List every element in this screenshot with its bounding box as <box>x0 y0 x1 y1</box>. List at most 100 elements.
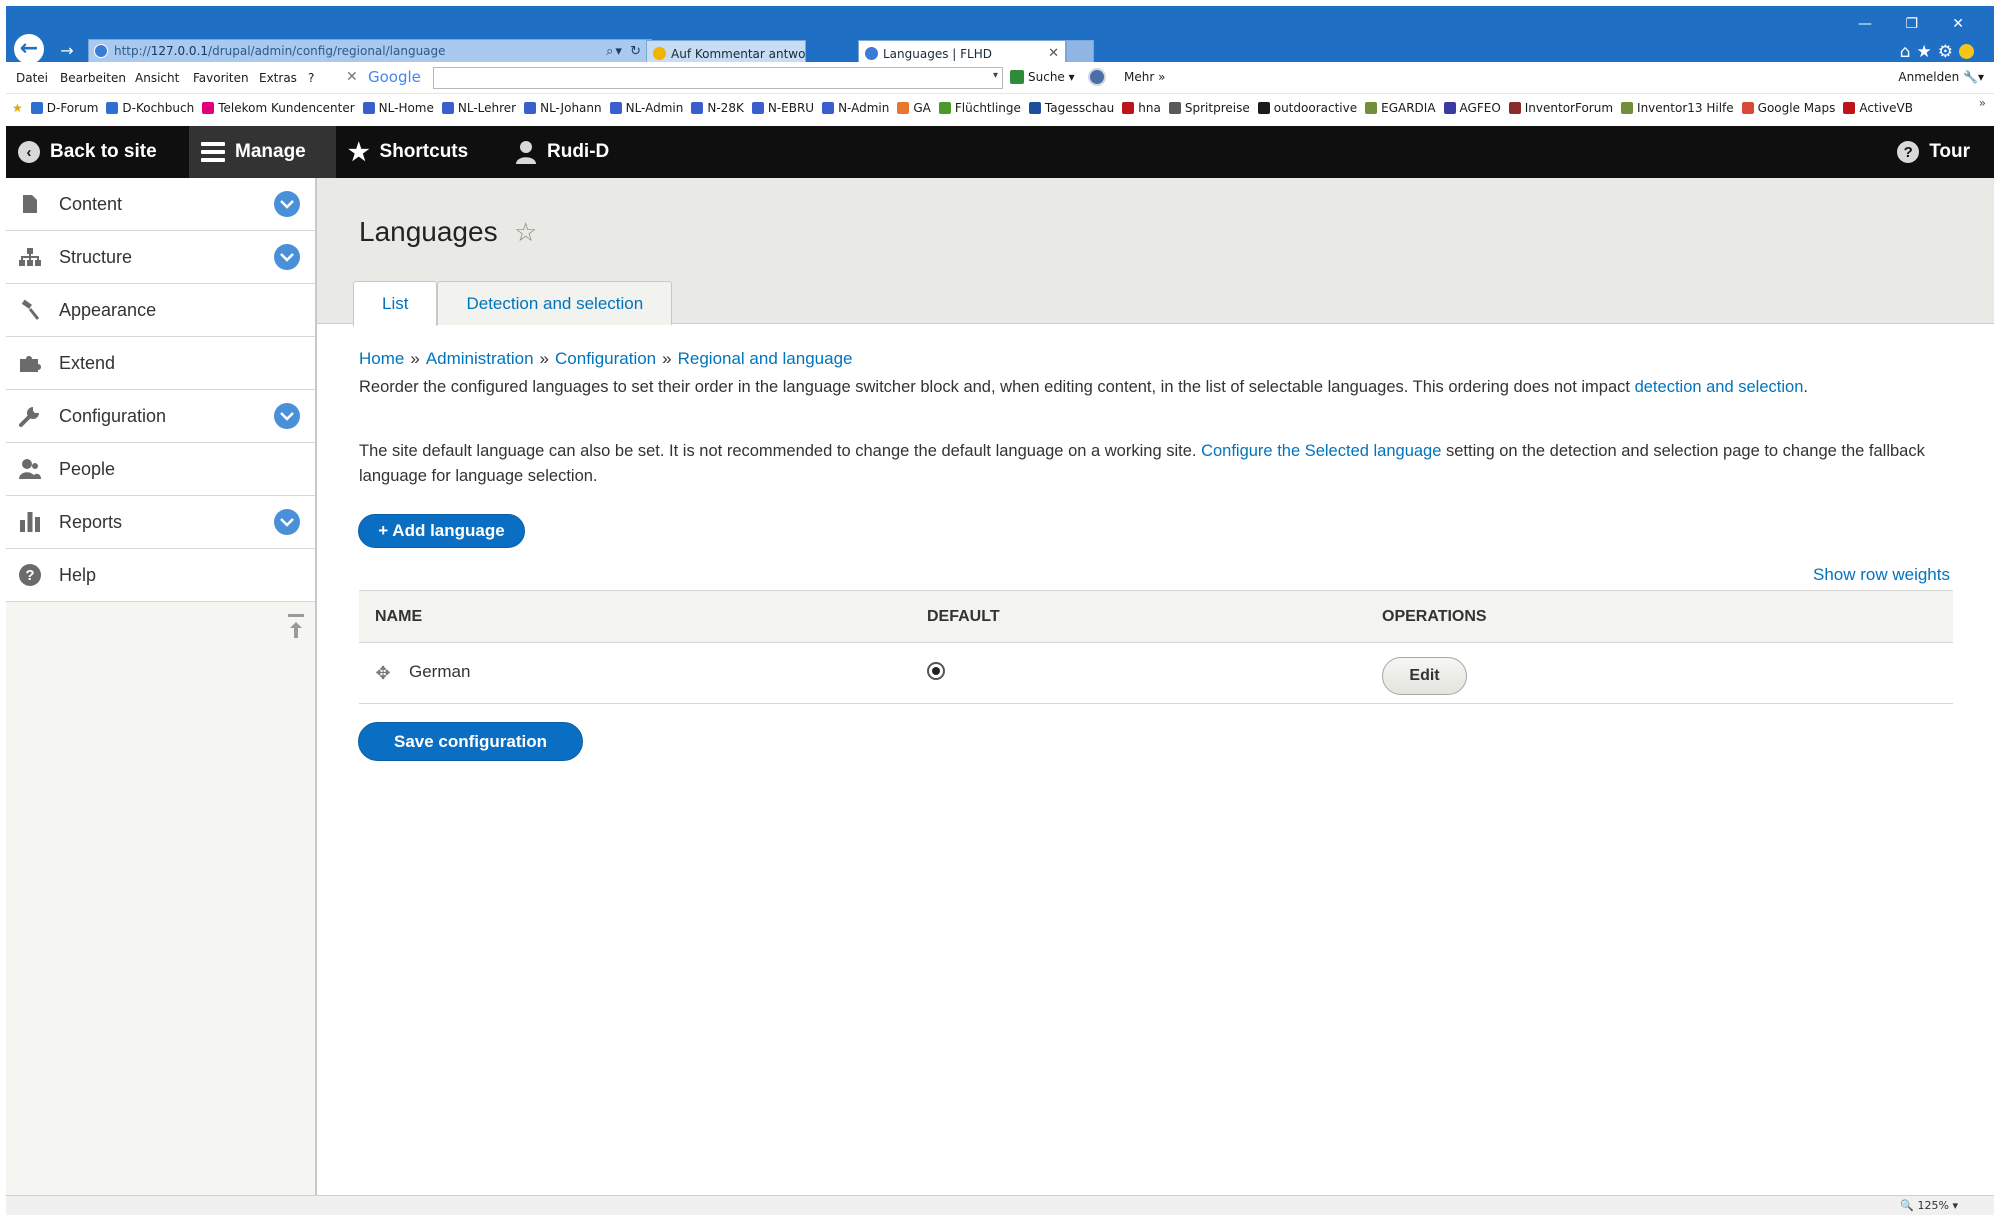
tab-list[interactable]: List <box>353 281 438 326</box>
chevron-down-icon[interactable] <box>274 191 300 217</box>
favorite-link[interactable]: ActiveVB <box>1843 101 1913 115</box>
favorite-link[interactable]: InventorForum <box>1508 101 1613 115</box>
back-arrow-icon[interactable]: ← <box>14 34 44 64</box>
tab-detection-selection[interactable]: Detection and selection <box>437 281 673 325</box>
favorites-star-icon[interactable]: ★ <box>1917 42 1938 62</box>
menu-file[interactable]: Datei <box>16 71 48 85</box>
favorite-favicon-icon <box>822 102 835 114</box>
sidebar-item-configuration[interactable]: Configuration <box>6 390 315 443</box>
favorite-link[interactable]: N-Admin <box>822 101 889 115</box>
default-language-radio[interactable] <box>927 662 945 680</box>
menu-edit[interactable]: Bearbeiten <box>60 71 126 85</box>
favorite-link[interactable]: NL-Johann <box>524 101 602 115</box>
favorite-link[interactable]: Spritpreise <box>1168 101 1250 115</box>
sidebar-item-appearance[interactable]: Appearance <box>6 284 315 337</box>
star-icon: ★ <box>348 138 370 166</box>
favorite-link[interactable]: Inventor13 Hilfe <box>1621 101 1734 115</box>
show-row-weights-link[interactable]: Show row weights <box>1813 565 1950 585</box>
sidebar-item-reports[interactable]: Reports <box>6 496 315 549</box>
close-window-icon[interactable]: ✕ <box>1952 16 1964 32</box>
browser-menubar: Datei Bearbeiten Ansicht Favoriten Extra… <box>6 62 1994 94</box>
admin-sidebar: Content Structure Appearance Extend Conf… <box>6 178 317 1195</box>
pin-sidebar-icon[interactable] <box>287 613 305 642</box>
breadcrumb-home[interactable]: Home <box>359 349 404 368</box>
menu-extras[interactable]: Extras <box>259 71 297 85</box>
manage-tab[interactable]: Manage <box>189 126 336 178</box>
description-text: Reorder the configured languages to set … <box>359 378 1635 396</box>
search-refresh-icon[interactable]: ⌕▾ ↻ <box>606 44 643 59</box>
save-configuration-button[interactable]: Save configuration <box>358 722 583 761</box>
favorite-link[interactable]: NL-Lehrer <box>441 101 517 115</box>
tour-button[interactable]: ? Tour <box>1885 126 1982 178</box>
favorite-link[interactable]: hna <box>1122 101 1161 115</box>
favorite-link[interactable]: D-Kochbuch <box>106 101 194 115</box>
favorite-label: NL-Lehrer <box>457 101 517 115</box>
restore-icon[interactable]: ❐ <box>1905 16 1918 32</box>
chevron-down-icon[interactable]: ▾ <box>993 70 998 81</box>
sidebar-item-extend[interactable]: Extend <box>6 337 315 390</box>
detection-selection-link[interactable]: detection and selection <box>1635 378 1804 396</box>
breadcrumb-configuration[interactable]: Configuration <box>555 349 656 368</box>
close-toolbar-icon[interactable]: ✕ <box>346 69 358 85</box>
menu-help[interactable]: ? <box>308 71 314 85</box>
favorite-label: NL-Admin <box>625 101 684 115</box>
more-button[interactable]: Mehr » <box>1124 70 1165 84</box>
chevron-more-icon[interactable]: » <box>1979 96 1986 110</box>
favorite-link[interactable]: Tagesschau <box>1028 101 1115 115</box>
forward-arrow-icon[interactable]: → <box>56 40 78 60</box>
zoom-level[interactable]: 🔍 125% ▾ <box>1900 1199 1958 1212</box>
add-language-button[interactable]: + Add language <box>358 514 525 548</box>
favorite-favicon-icon <box>1741 102 1754 114</box>
sidebar-item-help[interactable]: ? Help <box>6 549 315 602</box>
favorite-label: N-Admin <box>838 101 890 115</box>
configure-selected-language-link[interactable]: Configure the Selected language <box>1201 442 1441 460</box>
search-icon <box>1010 70 1024 84</box>
back-to-site-link[interactable]: ‹ Back to site <box>6 126 189 178</box>
favorite-link[interactable]: N-EBRU <box>751 101 814 115</box>
favorite-link[interactable]: GA <box>897 101 931 115</box>
favorite-link[interactable]: Flüchtlinge <box>938 101 1021 115</box>
feedback-smiley-icon[interactable] <box>1959 44 1974 59</box>
favorite-favicon-icon <box>1122 102 1135 114</box>
favorite-link[interactable]: EGARDIA <box>1365 101 1436 115</box>
google-search-input[interactable]: ▾ <box>433 67 1003 89</box>
sidebar-item-structure[interactable]: Structure <box>6 231 315 284</box>
favorite-link[interactable]: D-Forum <box>30 101 98 115</box>
chevron-down-icon[interactable] <box>274 244 300 270</box>
address-bar[interactable]: http://127.0.0.1/drupal/admin/config/reg… <box>88 39 652 63</box>
breadcrumb-separator: » <box>410 349 420 368</box>
shortcut-star-icon[interactable]: ☆ <box>514 218 537 248</box>
close-tab-icon[interactable]: ✕ <box>1048 46 1059 61</box>
favorite-label: Tagesschau <box>1044 101 1115 115</box>
gear-icon[interactable]: ⚙ <box>1938 42 1959 62</box>
favorite-link[interactable]: outdooractive <box>1257 101 1357 115</box>
sidebar-item-content[interactable]: Content <box>6 178 315 231</box>
favorite-link[interactable]: NL-Admin <box>609 101 684 115</box>
breadcrumb-administration[interactable]: Administration <box>426 349 534 368</box>
breadcrumb-regional-language[interactable]: Regional and language <box>678 349 853 368</box>
back-circle-icon: ‹ <box>18 141 40 163</box>
minimize-icon[interactable]: — <box>1858 16 1872 32</box>
favorites-star-icon[interactable]: ★ <box>12 101 23 115</box>
description-default: The site default language can also be se… <box>359 439 1979 489</box>
favorite-favicon-icon <box>1168 102 1181 114</box>
signin-button[interactable]: Anmelden 🔧▾ <box>1898 70 1984 84</box>
user-tab[interactable]: Rudi-D <box>503 126 621 178</box>
drag-handle-icon[interactable]: ✥ <box>373 663 393 683</box>
sidebar-item-people[interactable]: People <box>6 443 315 496</box>
home-icon[interactable]: ⌂ <box>1900 42 1917 62</box>
favorite-link[interactable]: Telekom Kundencenter <box>202 101 355 115</box>
favorite-link[interactable]: AGFEO <box>1443 101 1501 115</box>
sidebar-item-label: Appearance <box>59 299 157 320</box>
menu-favorites[interactable]: Favoriten <box>193 71 249 85</box>
search-button[interactable]: Suche ▾ <box>1010 70 1075 84</box>
edit-button[interactable]: Edit <box>1382 657 1467 695</box>
favorite-link[interactable]: Google Maps <box>1741 101 1835 115</box>
menu-view[interactable]: Ansicht <box>135 71 179 85</box>
globe-icon[interactable] <box>1088 68 1106 86</box>
chevron-down-icon[interactable] <box>274 509 300 535</box>
shortcuts-tab[interactable]: ★ Shortcuts <box>336 126 480 178</box>
favorite-link[interactable]: N-28K <box>691 101 744 115</box>
favorite-link[interactable]: NL-Home <box>362 101 434 115</box>
chevron-down-icon[interactable] <box>274 403 300 429</box>
